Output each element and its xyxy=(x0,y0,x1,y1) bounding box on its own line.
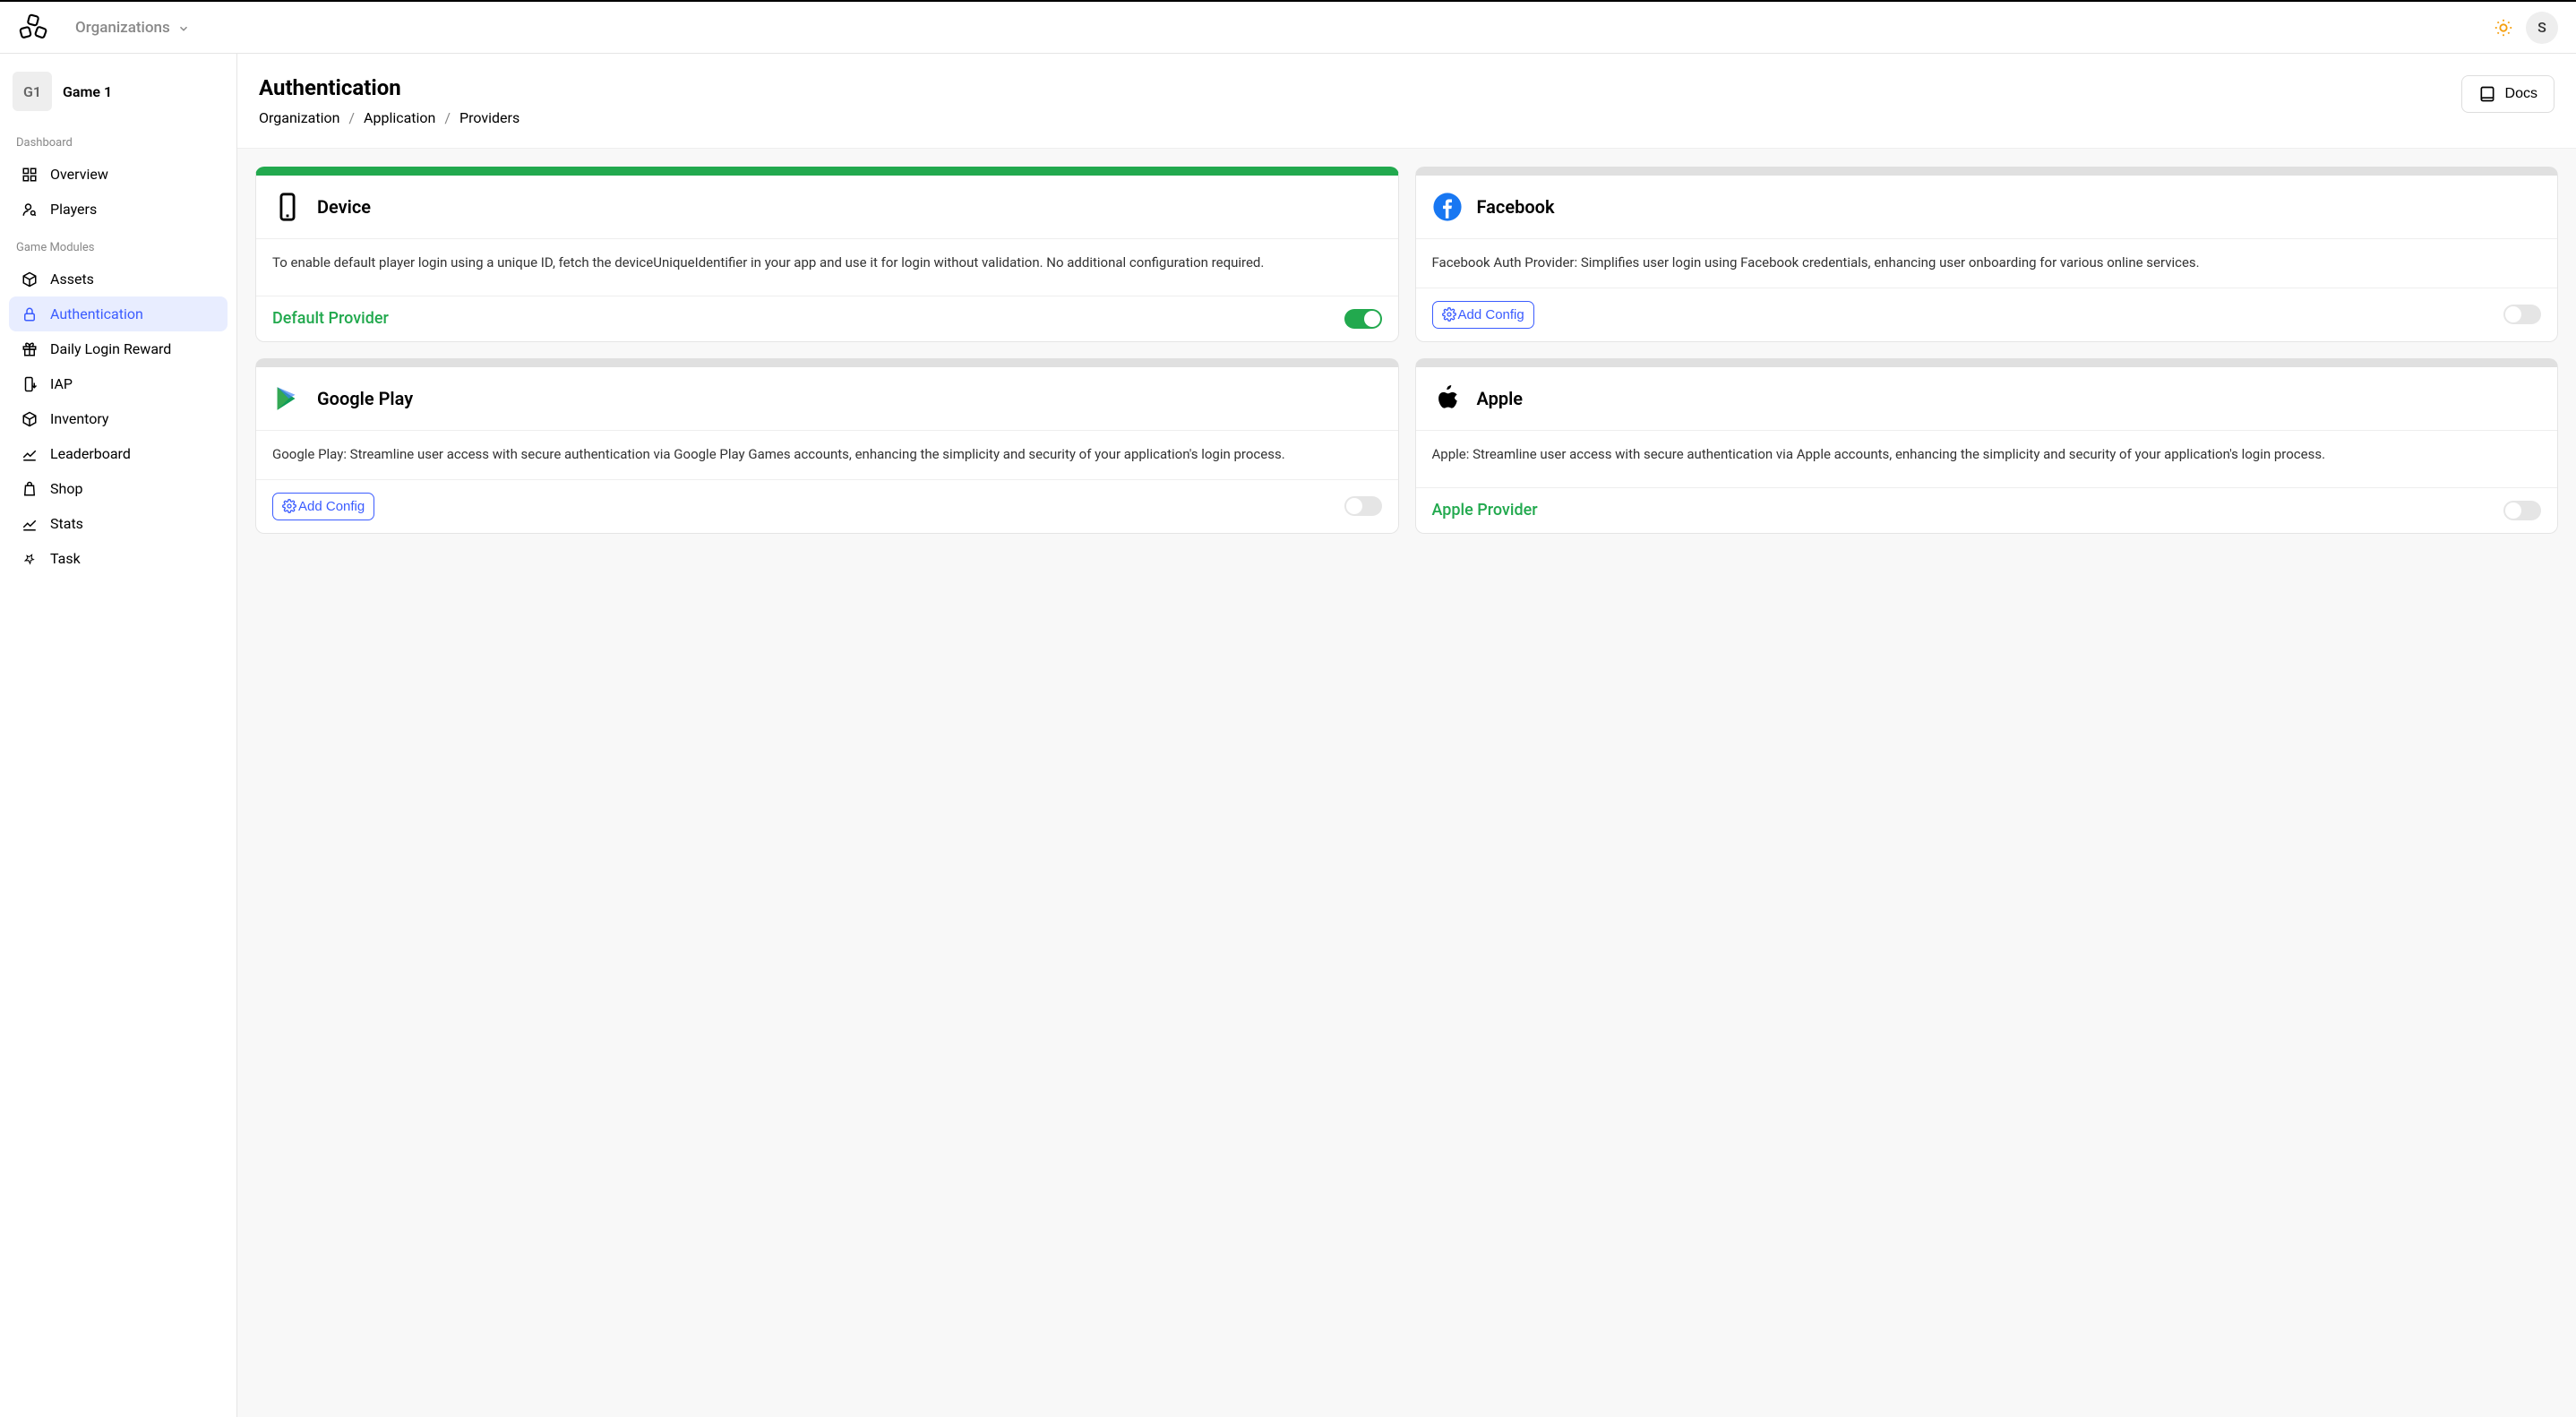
sidebar-item-inventory[interactable]: Inventory xyxy=(9,401,228,436)
app-logo-icon xyxy=(18,13,48,43)
breadcrumb-providers[interactable]: Providers xyxy=(459,109,519,126)
pin-icon xyxy=(21,551,38,567)
chart-line-icon xyxy=(21,446,38,462)
trending-up-icon xyxy=(21,516,38,532)
breadcrumb-organization[interactable]: Organization xyxy=(259,109,339,126)
apple-provider-label: Apple Provider xyxy=(1432,501,1538,520)
sidebar-item-label: Leaderboard xyxy=(50,445,131,462)
shopping-bag-icon xyxy=(21,481,38,497)
phone-down-icon xyxy=(21,376,38,392)
card-title: Facebook xyxy=(1477,196,1555,218)
add-config-label: Add Config xyxy=(1458,307,1524,322)
sidebar-item-assets[interactable]: Assets xyxy=(9,262,228,296)
game-name: Game 1 xyxy=(63,83,112,100)
cards-area: Device To enable default player login us… xyxy=(237,149,2576,1417)
sidebar-item-label: Players xyxy=(50,201,97,218)
card-description: Apple: Streamline user access with secur… xyxy=(1416,431,2558,487)
facebook-icon xyxy=(1432,192,1463,222)
provider-toggle-device[interactable] xyxy=(1344,309,1382,329)
topbar-left: Organizations xyxy=(18,13,190,43)
provider-toggle-google-play[interactable] xyxy=(1344,496,1382,516)
sidebar-item-label: Task xyxy=(50,550,81,567)
add-config-button-facebook[interactable]: Add Config xyxy=(1432,301,1534,329)
topbar-right: S xyxy=(2494,12,2558,44)
docs-label: Docs xyxy=(2505,86,2537,102)
book-icon xyxy=(2478,85,2496,103)
card-title: Apple xyxy=(1477,388,1524,409)
cards-grid: Device To enable default player login us… xyxy=(255,167,2558,534)
gift-icon xyxy=(21,341,38,357)
organizations-label: Organizations xyxy=(75,19,170,37)
card-description: To enable default player login using a u… xyxy=(256,239,1398,296)
card-description: Google Play: Streamline user access with… xyxy=(256,431,1398,479)
page-title: Authentication xyxy=(259,75,519,100)
sidebar-group-modules: Game Modules xyxy=(9,227,228,262)
breadcrumb: Organization / Application / Providers xyxy=(259,109,519,126)
game-badge: G1 xyxy=(13,72,52,111)
breadcrumb-separator: / xyxy=(444,109,451,126)
device-icon xyxy=(272,192,303,222)
organizations-dropdown[interactable]: Organizations xyxy=(75,19,190,37)
sidebar-item-label: Authentication xyxy=(50,305,143,322)
package-icon xyxy=(21,411,38,427)
user-avatar[interactable]: S xyxy=(2526,12,2558,44)
box-icon xyxy=(21,271,38,288)
provider-toggle-apple[interactable] xyxy=(2503,501,2541,520)
docs-button[interactable]: Docs xyxy=(2461,75,2555,113)
sidebar-item-label: Overview xyxy=(50,166,108,183)
sidebar-item-task[interactable]: Task xyxy=(9,541,228,576)
sidebar-item-label: Inventory xyxy=(50,410,109,427)
game-selector[interactable]: G1 Game 1 xyxy=(9,68,228,122)
provider-toggle-facebook[interactable] xyxy=(2503,305,2541,324)
topbar: Organizations S xyxy=(0,0,2576,54)
provider-card-device: Device To enable default player login us… xyxy=(255,167,1399,342)
breadcrumb-application[interactable]: Application xyxy=(364,109,435,126)
sidebar: G1 Game 1 Dashboard Overview Players Gam… xyxy=(0,54,237,1417)
main-content: Authentication Organization / Applicatio… xyxy=(237,54,2576,1417)
sidebar-item-players[interactable]: Players xyxy=(9,192,228,227)
sidebar-item-iap[interactable]: IAP xyxy=(9,366,228,401)
sidebar-item-overview[interactable]: Overview xyxy=(9,157,228,192)
sidebar-item-label: Daily Login Reward xyxy=(50,340,171,357)
card-title: Device xyxy=(317,196,371,218)
sidebar-item-label: IAP xyxy=(50,375,73,392)
card-description: Facebook Auth Provider: Simplifies user … xyxy=(1416,239,2558,288)
user-search-icon xyxy=(21,202,38,218)
avatar-initial: S xyxy=(2537,19,2546,36)
sidebar-item-stats[interactable]: Stats xyxy=(9,506,228,541)
google-play-icon xyxy=(272,383,303,414)
add-config-label: Add Config xyxy=(298,499,365,514)
theme-toggle-sun-icon[interactable] xyxy=(2494,18,2513,38)
sidebar-item-daily-login-reward[interactable]: Daily Login Reward xyxy=(9,331,228,366)
chevron-down-icon xyxy=(177,21,190,34)
sidebar-item-leaderboard[interactable]: Leaderboard xyxy=(9,436,228,471)
add-config-button-google-play[interactable]: Add Config xyxy=(272,493,374,520)
sidebar-item-shop[interactable]: Shop xyxy=(9,471,228,506)
provider-card-facebook: Facebook Facebook Auth Provider: Simplif… xyxy=(1415,167,2559,342)
sidebar-group-dashboard: Dashboard xyxy=(9,122,228,157)
lock-icon xyxy=(21,306,38,322)
grid-icon xyxy=(21,167,38,183)
card-title: Google Play xyxy=(317,388,413,409)
content-header: Authentication Organization / Applicatio… xyxy=(237,54,2576,149)
apple-icon xyxy=(1432,383,1463,414)
sidebar-item-authentication[interactable]: Authentication xyxy=(9,296,228,331)
provider-card-apple: Apple Apple: Streamline user access with… xyxy=(1415,358,2559,534)
provider-card-google-play: Google Play Google Play: Streamline user… xyxy=(255,358,1399,534)
sidebar-item-label: Assets xyxy=(50,271,94,288)
breadcrumb-separator: / xyxy=(348,109,355,126)
gear-icon xyxy=(282,499,296,513)
default-provider-label: Default Provider xyxy=(272,309,389,328)
sidebar-item-label: Stats xyxy=(50,515,83,532)
sidebar-item-label: Shop xyxy=(50,480,82,497)
gear-icon xyxy=(1442,307,1456,322)
